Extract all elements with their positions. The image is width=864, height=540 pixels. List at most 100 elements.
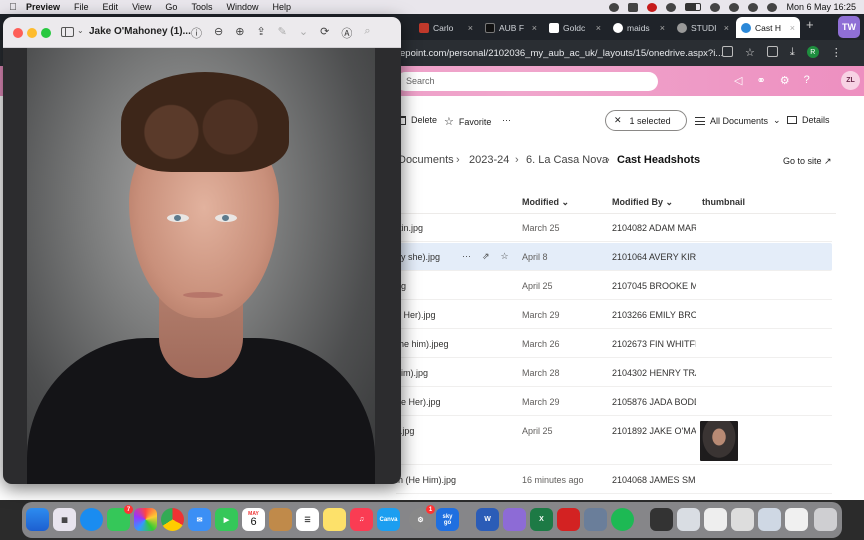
- file-name[interactable]: e Her).jpg: [396, 310, 506, 320]
- system-settings-icon[interactable]: ⚙ 1: [409, 505, 435, 531]
- recent-window-icon[interactable]: [704, 508, 727, 531]
- file-name[interactable]: him).jpg: [396, 368, 506, 378]
- menu-view[interactable]: View: [132, 2, 151, 12]
- contacts-icon[interactable]: [269, 508, 292, 531]
- search-icon[interactable]: ⌕: [364, 25, 370, 41]
- tab-close-icon[interactable]: ×: [532, 23, 537, 33]
- file-name[interactable]: y.jpg: [396, 426, 506, 436]
- photos-icon[interactable]: [134, 508, 157, 531]
- table-row-selected[interactable]: ey she).jpg ··· ⇗ ☆ April 8 2101064 AVER…: [396, 243, 832, 271]
- rotate-icon[interactable]: ⟳: [320, 25, 329, 41]
- menu-tools[interactable]: Tools: [191, 2, 212, 12]
- download-icon[interactable]: ⤓: [790, 46, 795, 59]
- mail-icon[interactable]: ✉: [188, 508, 211, 531]
- breadcrumb-year[interactable]: 2023-24: [469, 154, 509, 166]
- more-icon[interactable]: ···: [462, 251, 471, 262]
- more-actions-button[interactable]: ···: [502, 115, 511, 125]
- apple-menu-icon[interactable]: : [0, 2, 26, 13]
- music-icon[interactable]: ♫: [350, 508, 373, 531]
- tab-aub[interactable]: AUB F ×: [480, 17, 542, 38]
- browser-menu-icon[interactable]: ⋮: [831, 46, 842, 59]
- zoom-out-icon[interactable]: ⊖: [214, 25, 223, 41]
- menu-help[interactable]: Help: [272, 2, 291, 12]
- file-name[interactable]: rtin.jpg: [396, 223, 506, 233]
- zoom-window-button[interactable]: [41, 28, 51, 38]
- reminders-icon[interactable]: ☰: [296, 508, 319, 531]
- screen-record-icon[interactable]: [628, 2, 639, 12]
- selection-pill[interactable]: ✕ 1 selected: [605, 110, 687, 131]
- column-header-modified[interactable]: Modified ⌄: [522, 197, 569, 208]
- sky-go-icon[interactable]: sky go: [436, 508, 459, 531]
- profile-avatar[interactable]: R: [806, 46, 819, 58]
- control-center-icon[interactable]: [748, 2, 759, 12]
- spotify-icon[interactable]: [611, 508, 634, 531]
- table-row[interactable]: him).jpg March 28 2104302 HENRY TRAN: [396, 359, 832, 387]
- menu-edit[interactable]: Edit: [103, 2, 119, 12]
- minimize-window-button[interactable]: [27, 28, 37, 38]
- tab-maids[interactable]: maids ×: [608, 17, 670, 38]
- bookmark-star-icon[interactable]: ☆: [745, 46, 755, 59]
- tab-close-icon[interactable]: ×: [660, 23, 665, 33]
- calendar-icon[interactable]: MAY 6: [242, 508, 265, 531]
- table-row[interactable]: rtin.jpg March 25 2104082 ADAM MART: [396, 214, 832, 242]
- column-header-modified-by[interactable]: Modified By ⌄: [612, 197, 673, 208]
- star-icon[interactable]: ☆: [501, 251, 509, 262]
- tab-close-icon[interactable]: ×: [468, 23, 473, 33]
- zoom-in-icon[interactable]: ⊕: [235, 25, 244, 41]
- excel-icon[interactable]: X: [530, 508, 553, 531]
- url-field[interactable]: epoint.com/personal/2102036_my_aub_ac_uk…: [400, 48, 723, 59]
- acrobat-icon[interactable]: [557, 508, 580, 531]
- breadcrumb-production[interactable]: 6. La Casa Nova: [526, 154, 608, 166]
- share-icon[interactable]: ⚭: [756, 74, 765, 87]
- tab-close-icon[interactable]: ×: [724, 23, 729, 33]
- word-icon[interactable]: W: [476, 508, 499, 531]
- breadcrumb-documents[interactable]: Documents: [398, 154, 454, 166]
- recent-window-icon[interactable]: [758, 508, 781, 531]
- menu-go[interactable]: Go: [165, 2, 177, 12]
- battery-icon[interactable]: [685, 3, 702, 11]
- recent-window-icon[interactable]: [650, 508, 673, 531]
- bluetooth-icon[interactable]: [666, 2, 677, 12]
- spotlight-icon[interactable]: [729, 2, 740, 12]
- siri-icon[interactable]: [767, 2, 778, 12]
- chevron-down-icon[interactable]: ⌄: [299, 25, 308, 41]
- table-row[interactable]: pg April 25 2107045 BROOKE MO: [396, 272, 832, 300]
- user-avatar[interactable]: ZL: [841, 71, 860, 90]
- file-name[interactable]: pg: [396, 281, 506, 291]
- tab-goldc[interactable]: Goldc ×: [544, 17, 606, 38]
- sidebar-toggle-icon[interactable]: [61, 27, 74, 37]
- tab-close-icon[interactable]: ×: [596, 23, 601, 33]
- close-window-button[interactable]: [13, 28, 23, 38]
- file-name[interactable]: in (He Him).jpg: [396, 475, 506, 485]
- details-button[interactable]: Details: [787, 115, 830, 125]
- launchpad-icon[interactable]: ▦: [53, 508, 76, 531]
- safari-icon[interactable]: [80, 508, 103, 531]
- table-row[interactable]: in (He Him).jpg 16 minutes ago 2104068 J…: [396, 466, 832, 494]
- megaphone-icon[interactable]: ◁: [734, 74, 742, 87]
- chevron-down-icon[interactable]: ⌄: [77, 26, 84, 35]
- tab-cast-headshots[interactable]: Cast H ×: [736, 17, 800, 38]
- favorite-button[interactable]: ☆ Favorite: [444, 115, 491, 128]
- thumbnail-image[interactable]: [700, 421, 738, 461]
- facetime-icon[interactable]: ▶: [215, 508, 238, 531]
- table-row[interactable]: e Her).jpg March 29 2103266 EMILY BROW: [396, 301, 832, 329]
- recent-window-icon[interactable]: [785, 508, 808, 531]
- canva-icon[interactable]: Canva: [377, 508, 400, 531]
- extensions-icon[interactable]: [766, 46, 778, 57]
- search-input[interactable]: Search: [396, 72, 658, 91]
- messages-icon[interactable]: 7: [107, 505, 133, 531]
- notes-icon[interactable]: [323, 508, 346, 531]
- column-header-thumbnail[interactable]: thumbnail: [702, 197, 745, 207]
- share-icon[interactable]: ⇪: [256, 25, 265, 41]
- tab-close-icon[interactable]: ×: [790, 23, 795, 33]
- extension-badge[interactable]: TW: [838, 16, 860, 38]
- go-to-site-link[interactable]: Go to site ↗: [783, 156, 832, 167]
- creative-cloud-icon[interactable]: [609, 2, 620, 12]
- settings-icon[interactable]: ⚙: [780, 74, 790, 87]
- file-name[interactable]: (he him).jpeg: [396, 339, 506, 349]
- file-name[interactable]: he Her).jpg: [396, 397, 506, 407]
- finder-icon[interactable]: [26, 508, 49, 531]
- tab-carlo[interactable]: Carlo ×: [414, 17, 478, 38]
- status-red-icon[interactable]: [647, 2, 658, 12]
- wifi-icon[interactable]: [710, 2, 721, 12]
